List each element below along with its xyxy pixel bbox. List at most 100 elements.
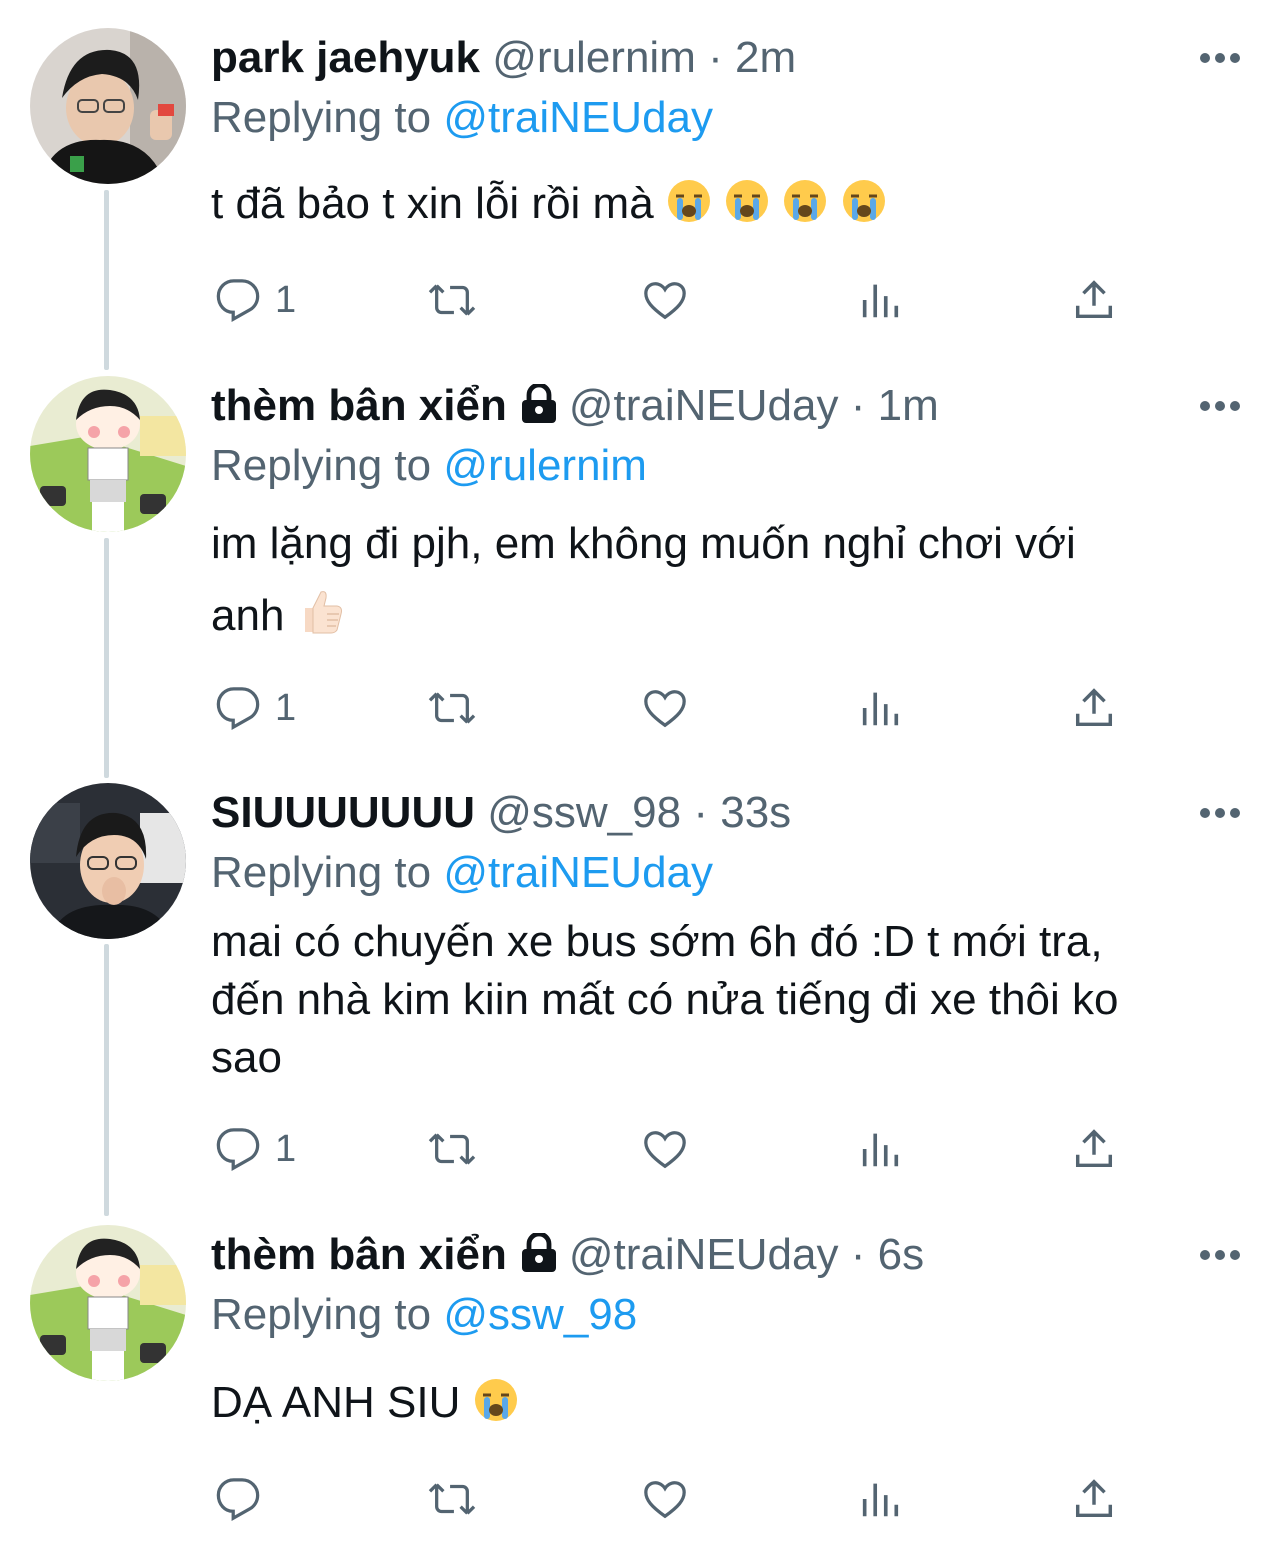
- retweet-button[interactable]: [426, 270, 478, 330]
- tweet[interactable]: SIUUUUUUU @ssw_98 · 33s Replying to @tra…: [0, 783, 1284, 1183]
- reply-button[interactable]: 1: [215, 678, 296, 738]
- retweet-icon: [428, 692, 476, 724]
- share-button[interactable]: [1071, 678, 1117, 738]
- separator-dot: ·: [693, 788, 708, 837]
- display-name[interactable]: SIUUUUUUU: [211, 788, 475, 837]
- replying-to: Replying to @ssw_98: [211, 1285, 637, 1345]
- tweet-text: im lặng đi pjh, em không muốn nghỉ chơi …: [211, 508, 1251, 652]
- tweet-text: t đã bảo t xin lỗi rồi mà: [211, 174, 1251, 234]
- avatar[interactable]: [30, 783, 186, 939]
- tweet[interactable]: thèm bân xiển @traiNEUday · 6s Replying t…: [0, 1225, 1284, 1535]
- more-icon[interactable]: [1198, 801, 1242, 825]
- views-icon: [862, 1133, 899, 1167]
- replying-prefix: Replying to: [211, 848, 432, 897]
- photo-avatar-icon: [30, 783, 186, 939]
- retweet-button[interactable]: [426, 1119, 478, 1179]
- lock-icon: [521, 1233, 556, 1272]
- timestamp[interactable]: 1m: [878, 381, 939, 430]
- user-handle[interactable]: @traiNEUday: [569, 381, 839, 430]
- tweet[interactable]: thèm bân xiển @traiNEUday · 1m Replying t…: [0, 376, 1284, 756]
- reply-button[interactable]: 1: [215, 270, 296, 330]
- reply-icon: [216, 279, 260, 322]
- reply-icon: [216, 1128, 260, 1171]
- display-name[interactable]: thèm bân xiển: [211, 1230, 507, 1279]
- views-button[interactable]: [857, 1119, 903, 1179]
- tweet-text-line: sao: [211, 1033, 282, 1082]
- avatar[interactable]: [30, 1225, 186, 1381]
- loudly-crying-face-icon: [842, 180, 885, 222]
- mention-link[interactable]: @rulernim: [443, 441, 647, 490]
- tweet-text: mai có chuyến xe bus sớm 6h đó :D t mới …: [211, 913, 1251, 1087]
- reply-icon: [216, 687, 260, 730]
- tweet-text-line: im lặng đi pjh, em không muốn nghỉ chơi …: [211, 519, 1076, 568]
- share-icon: [1075, 1479, 1113, 1518]
- mention-link[interactable]: @traiNEUday: [443, 93, 713, 142]
- timestamp[interactable]: 2m: [735, 33, 796, 82]
- share-button[interactable]: [1071, 1469, 1117, 1529]
- like-button[interactable]: [641, 1469, 689, 1529]
- tweet-header: thèm bân xiển @traiNEUday · 6s: [211, 1225, 924, 1285]
- like-icon: [644, 1481, 686, 1519]
- views-icon: [862, 692, 899, 726]
- like-icon: [644, 1131, 686, 1169]
- views-button[interactable]: [857, 1469, 903, 1529]
- replying-prefix: Replying to: [211, 1290, 432, 1339]
- views-button[interactable]: [857, 270, 903, 330]
- like-button[interactable]: [641, 1119, 689, 1179]
- tweet-header: SIUUUUUUU @ssw_98 · 33s: [211, 783, 791, 843]
- tweet-text-content: anh: [211, 591, 285, 640]
- more-icon[interactable]: [1198, 46, 1242, 70]
- reply-icon: [216, 1478, 260, 1521]
- tweet-text-line: đến nhà kim kiin mất có nửa tiếng đi xe …: [211, 975, 1119, 1024]
- retweet-icon: [428, 1483, 476, 1515]
- replying-to: Replying to @rulernim: [211, 436, 647, 496]
- retweet-icon: [428, 1133, 476, 1165]
- tweet-text-content: DẠ ANH SIU: [211, 1378, 461, 1427]
- avatar[interactable]: [30, 376, 186, 532]
- like-button[interactable]: [641, 678, 689, 738]
- lock-icon: [521, 384, 556, 423]
- separator-dot: ·: [708, 33, 723, 82]
- reply-button[interactable]: 1: [215, 1119, 296, 1179]
- reply-count: 1: [275, 686, 297, 729]
- avatar[interactable]: [30, 28, 186, 184]
- user-handle[interactable]: @rulernim: [492, 33, 696, 82]
- tweet-header: park jaehyuk @rulernim · 2m: [211, 28, 796, 88]
- tweet-header: thèm bân xiển @traiNEUday · 1m: [211, 376, 939, 436]
- share-button[interactable]: [1071, 270, 1117, 330]
- separator-dot: ·: [850, 381, 866, 430]
- loudly-crying-face-icon: [667, 180, 710, 222]
- tweet-text: DẠ ANH SIU: [211, 1373, 1251, 1433]
- replying-prefix: Replying to: [211, 441, 432, 490]
- cartoon-avatar-icon: [30, 376, 186, 532]
- views-button[interactable]: [857, 678, 903, 738]
- user-handle[interactable]: @traiNEUday: [569, 1230, 839, 1279]
- more-icon[interactable]: [1198, 1243, 1242, 1267]
- user-handle[interactable]: @ssw_98: [487, 788, 681, 837]
- tweet[interactable]: park jaehyuk @rulernim · 2m Replying to …: [0, 28, 1284, 338]
- mention-link[interactable]: @traiNEUday: [443, 848, 713, 897]
- separator-dot: ·: [850, 1230, 866, 1279]
- display-name[interactable]: thèm bân xiển: [211, 381, 507, 430]
- share-button[interactable]: [1071, 1119, 1117, 1179]
- like-button[interactable]: [641, 270, 689, 330]
- emoji-group: [666, 179, 887, 228]
- timestamp[interactable]: 33s: [720, 788, 791, 837]
- share-icon: [1075, 1129, 1113, 1168]
- retweet-button[interactable]: [426, 678, 478, 738]
- timestamp[interactable]: 6s: [878, 1230, 924, 1279]
- reply-button[interactable]: [215, 1469, 261, 1529]
- replying-to: Replying to @traiNEUday: [211, 843, 713, 903]
- display-name[interactable]: park jaehyuk: [211, 33, 480, 82]
- tweet-text-line: mai có chuyến xe bus sớm 6h đó :D t mới …: [211, 917, 1103, 966]
- share-icon: [1075, 280, 1113, 319]
- loudly-crying-face-icon: [726, 180, 769, 222]
- action-bar: [211, 1469, 1161, 1529]
- more-icon[interactable]: [1198, 394, 1242, 418]
- retweet-button[interactable]: [426, 1469, 478, 1529]
- action-bar: 1: [211, 678, 1161, 738]
- mention-link[interactable]: @ssw_98: [443, 1290, 637, 1339]
- views-icon: [862, 1483, 899, 1517]
- cartoon-avatar-icon: [30, 1225, 186, 1381]
- reply-count: 1: [275, 1127, 297, 1170]
